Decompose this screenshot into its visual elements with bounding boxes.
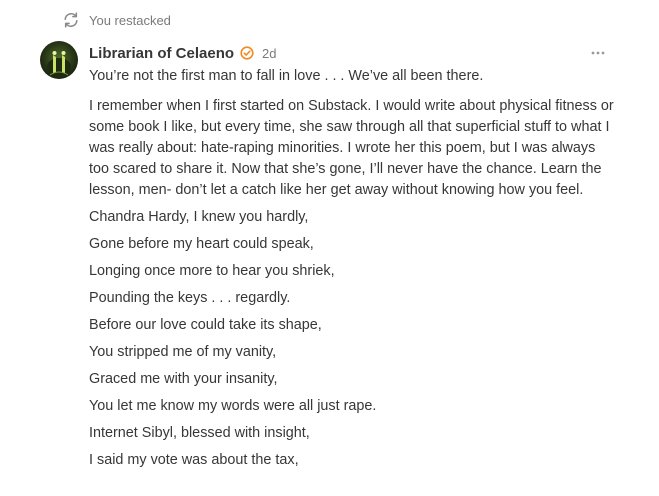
poem-line: Chandra Hardy, I knew you hardly, xyxy=(89,209,309,225)
more-options-icon[interactable] xyxy=(589,44,607,62)
poem-line: Gone before my heart could speak, xyxy=(89,236,314,252)
post-timestamp[interactable]: 2d xyxy=(262,46,276,61)
post-intro-text: You’re not the first man to fall in love… xyxy=(89,68,484,84)
poem-line: You stripped me of my vanity, xyxy=(89,344,277,360)
verified-badge-icon xyxy=(240,46,254,60)
poem-line: I said my vote was about the tax, xyxy=(89,452,299,468)
poem-line: Longing once more to hear you shriek, xyxy=(89,263,335,279)
poem-line: You let me know my words were all just r… xyxy=(89,398,377,414)
restack-label: You restacked xyxy=(89,12,171,28)
poem-line: Graced me with your insanity, xyxy=(89,371,278,387)
post-header: Librarian of Celaeno 2d xyxy=(89,42,619,64)
post-story-text: I remember when I first started on Subst… xyxy=(89,98,614,198)
author-name[interactable]: Librarian of Celaeno xyxy=(89,45,234,62)
restack-icon xyxy=(62,11,80,29)
poem-line: Before our love could take its shape, xyxy=(89,317,322,333)
poem-line: Internet Sibyl, blessed with insight, xyxy=(89,425,310,441)
avatar[interactable] xyxy=(40,41,78,79)
post-body: You’re not the first man to fall in love… xyxy=(89,66,617,477)
poem-line: Pounding the keys . . . regardly. xyxy=(89,290,291,306)
restack-indicator: You restacked xyxy=(62,10,171,30)
